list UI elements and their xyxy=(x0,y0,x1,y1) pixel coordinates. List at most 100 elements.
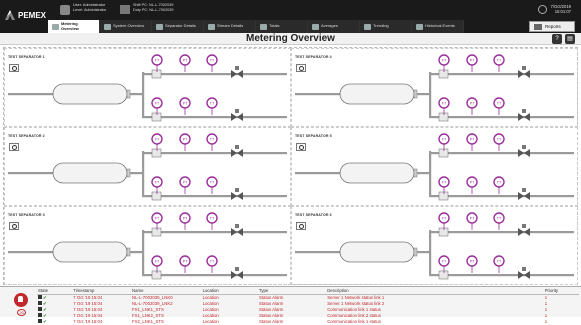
valve-actuator xyxy=(235,267,239,271)
zoom-icon[interactable] xyxy=(9,143,19,151)
header-pipe xyxy=(130,251,143,254)
valve-icon[interactable] xyxy=(237,70,243,78)
pemex-logo-icon xyxy=(5,10,15,20)
flow-line xyxy=(429,73,574,76)
flow-meter[interactable] xyxy=(151,112,162,122)
valve-icon[interactable] xyxy=(524,192,530,200)
flow-meter[interactable] xyxy=(151,69,162,79)
user-info: User: Administrator Level: Administrator xyxy=(60,3,106,15)
tab-totals[interactable]: Totals xyxy=(256,20,308,33)
valve-icon[interactable] xyxy=(524,149,530,157)
separator-panel: FT PT TT FT PT TT TEST SEPARATOR 2 xyxy=(4,127,291,206)
vessel-flange xyxy=(126,168,131,178)
tab-separator-details[interactable]: Separator Details xyxy=(152,20,204,33)
valve-icon[interactable] xyxy=(231,113,237,121)
separator-vessel[interactable] xyxy=(52,241,128,263)
valve-icon[interactable] xyxy=(237,228,243,236)
help-icon[interactable]: ? xyxy=(552,34,562,44)
state-square-icon xyxy=(38,307,42,312)
state-square-icon xyxy=(38,301,42,306)
flow-meter[interactable] xyxy=(151,191,162,201)
zoom-icon[interactable] xyxy=(9,222,19,230)
alarm-description: Communication link 1 status xyxy=(327,319,381,324)
separator-vessel[interactable] xyxy=(52,83,128,105)
separator-vessel[interactable] xyxy=(339,83,415,105)
tab-stream-details[interactable]: Stream Details xyxy=(204,20,256,33)
flow-meter[interactable] xyxy=(438,191,449,201)
flow-meter[interactable] xyxy=(151,148,162,158)
separator-name: TEST SEPARATOR 4 xyxy=(295,55,332,59)
separator-vessel[interactable] xyxy=(339,162,415,184)
zoom-icon[interactable] xyxy=(296,222,306,230)
separator-name: TEST SEPARATOR 6 xyxy=(295,213,332,217)
separator-name: TEST SEPARATOR 5 xyxy=(295,134,332,138)
shift-info: Shift PC: NL-L-7002039 Duty PC: NL-L-700… xyxy=(120,3,174,14)
title-bar: Metering Overview ? ▤ xyxy=(0,33,581,45)
separator-panel: FT PT TT FT PT TT TEST SEPARATOR 6 xyxy=(291,206,578,285)
valve-icon[interactable] xyxy=(518,271,524,279)
valve-icon[interactable] xyxy=(518,228,524,236)
tab-label: Historical Events xyxy=(425,23,455,29)
separator-diagram: FT PT TTFT PT TT xyxy=(295,133,574,201)
reports-button[interactable]: Reports xyxy=(529,21,575,32)
instrument-tag: PT xyxy=(183,102,188,106)
valve-icon[interactable] xyxy=(237,149,243,157)
flow-meter[interactable] xyxy=(151,270,162,280)
clock-icon xyxy=(537,5,547,14)
separator-grid: FT PT TT FT PT TT TEST SEPARATOR 1 FT PT TT FT PT TT… xyxy=(3,47,578,285)
zoom-icon[interactable] xyxy=(296,143,306,151)
alarm-row[interactable]: ✔ 7 Oct '19 15:04 FX2_LNK1_STS Location Stat… xyxy=(37,319,579,325)
zoom-icon[interactable] xyxy=(296,64,306,72)
tab-averages[interactable]: Averages xyxy=(308,20,360,33)
flow-meter[interactable] xyxy=(438,270,449,280)
pemex-logo: PEMEX xyxy=(5,10,46,20)
valve-icon[interactable] xyxy=(231,70,237,78)
main-navigation: Metering Overview System Overview Separato… xyxy=(48,20,464,33)
valve-icon[interactable] xyxy=(231,149,237,157)
instrument-tag: PT xyxy=(470,102,475,106)
valve-icon[interactable] xyxy=(524,113,530,121)
tab-icon xyxy=(208,23,215,30)
tab-trending[interactable]: Trending xyxy=(360,20,412,33)
separator-diagram: FT PT TTFT PT TT xyxy=(295,212,574,280)
flow-line xyxy=(142,73,287,76)
valve-icon[interactable] xyxy=(524,70,530,78)
valve-icon[interactable] xyxy=(518,192,524,200)
valve-icon[interactable] xyxy=(524,228,530,236)
inlet-pipe xyxy=(295,93,341,96)
valve-icon[interactable] xyxy=(518,70,524,78)
valve-icon[interactable] xyxy=(237,192,243,200)
print-icon[interactable]: ▤ xyxy=(565,34,575,44)
valve-actuator xyxy=(235,109,239,113)
alarm-count: 26 xyxy=(17,309,26,316)
valve-icon[interactable] xyxy=(518,113,524,121)
valve-icon[interactable] xyxy=(237,271,243,279)
zoom-icon[interactable] xyxy=(9,64,19,72)
flow-meter[interactable] xyxy=(438,69,449,79)
separator-diagram: FT PT TTFT PT TT xyxy=(295,54,574,122)
valve-icon[interactable] xyxy=(231,271,237,279)
valve-icon[interactable] xyxy=(237,113,243,121)
valve-icon[interactable] xyxy=(231,228,237,236)
alarm-bell-icon[interactable] xyxy=(14,293,28,307)
flow-line xyxy=(429,116,574,119)
valve-actuator xyxy=(235,188,239,192)
valve-actuator xyxy=(235,66,239,70)
tab-historical-events[interactable]: Historical Events xyxy=(412,20,464,33)
tab-metering-overview[interactable]: Metering Overview xyxy=(48,20,100,33)
tab-label: Trending xyxy=(373,23,389,29)
flow-line xyxy=(142,274,287,277)
tab-icon xyxy=(416,23,423,30)
separator-vessel[interactable] xyxy=(339,241,415,263)
flow-meter[interactable] xyxy=(151,227,162,237)
valve-icon[interactable] xyxy=(231,192,237,200)
clock: 7/Oct/2019 15:01:07 xyxy=(537,4,571,14)
separator-vessel[interactable] xyxy=(52,162,128,184)
valve-icon[interactable] xyxy=(518,149,524,157)
tab-system-overview[interactable]: System Overview xyxy=(100,20,152,33)
flow-meter[interactable] xyxy=(438,148,449,158)
separator-panel: FT PT TT FT PT TT TEST SEPARATOR 3 xyxy=(4,206,291,285)
valve-icon[interactable] xyxy=(524,271,530,279)
flow-meter[interactable] xyxy=(438,227,449,237)
flow-meter[interactable] xyxy=(438,112,449,122)
